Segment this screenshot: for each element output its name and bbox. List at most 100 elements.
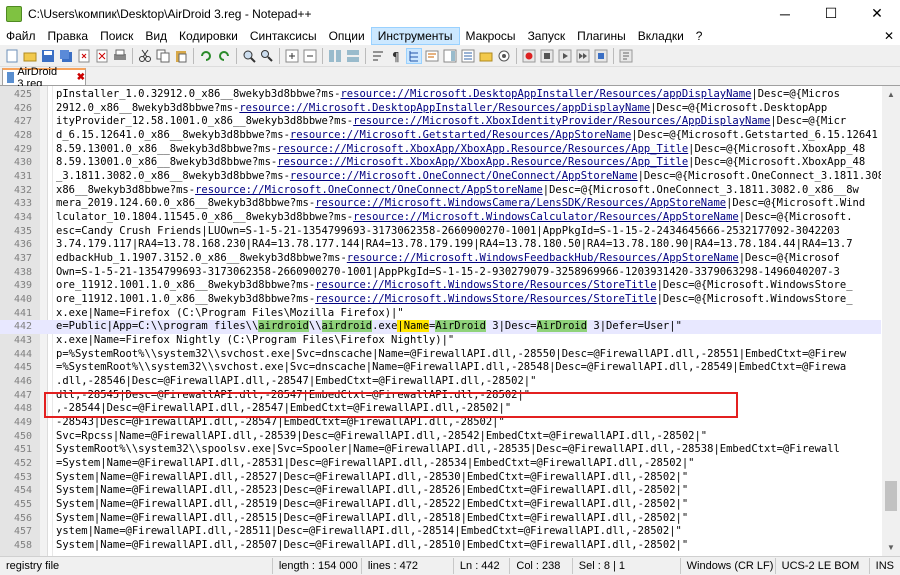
resource-link[interactable]: resource://Microsoft.XboxIdentityProvide… xyxy=(353,115,770,127)
resource-link[interactable]: resource://Microsoft.WindowsCamera/LensS… xyxy=(315,197,726,209)
resource-link[interactable]: resource://Microsoft.XboxApp/XboxApp.Res… xyxy=(277,156,688,168)
menu-encoding[interactable]: Кодировки xyxy=(173,27,244,45)
menu-settings[interactable]: Опции xyxy=(323,27,371,45)
open-file-icon[interactable] xyxy=(22,48,38,64)
paste-icon[interactable] xyxy=(173,48,189,64)
copy-icon[interactable] xyxy=(155,48,171,64)
user-language-icon[interactable] xyxy=(424,48,440,64)
line-text: ore_11912.1001.1.0_x86__8wekyb3d8bbwe?ms… xyxy=(56,279,881,293)
line-text: ityProvider_12.58.1001.0_x86__8wekyb3d8b… xyxy=(56,115,881,129)
sync-horizontal-icon[interactable] xyxy=(345,48,361,64)
cut-icon[interactable] xyxy=(137,48,153,64)
line-text: ,-28544|Desc=@FirewallAPI.dll,-28547|Emb… xyxy=(56,402,881,416)
save-all-icon[interactable] xyxy=(58,48,74,64)
word-wrap-icon[interactable] xyxy=(370,48,386,64)
scroll-up-icon[interactable]: ▲ xyxy=(882,86,900,103)
scroll-down-icon[interactable]: ▼ xyxy=(882,539,900,556)
close-all-icon[interactable] xyxy=(94,48,110,64)
status-eol: Windows (CR LF) xyxy=(681,558,776,574)
code-fragment: |Desc=@{Microsoft.WindowsStore_ xyxy=(656,293,853,306)
menu-macro[interactable]: Макросы xyxy=(460,27,522,45)
line-text: =System|Name=@FirewallAPI.dll,-28531|Des… xyxy=(56,457,881,471)
play-macro-multiple-icon[interactable] xyxy=(575,48,591,64)
folder-workspace-icon[interactable] xyxy=(478,48,494,64)
record-macro-icon[interactable] xyxy=(521,48,537,64)
indent-guide-icon[interactable] xyxy=(406,47,422,64)
editor-area[interactable]: 425 pInstaller_1.0.32912.0_x86__8wekyb3d8… xyxy=(0,86,900,556)
code-fragment: System|Name=@FirewallAPI.dll,-28519|Desc… xyxy=(56,498,689,511)
maximize-button[interactable]: ☐ xyxy=(808,0,854,27)
code-fragment: .dll,-28546|Desc=@FirewallAPI.dll,-28547… xyxy=(56,375,537,388)
code-fragment: 3.74.179.117|RA4=13.78.168.230|RA4=13.78… xyxy=(56,238,853,251)
find-icon[interactable] xyxy=(241,48,257,64)
line-text: 2912.0_x86__8wekyb3d8bbwe?ms-resource://… xyxy=(56,102,881,116)
code-fragment: |Desc=@{Microsoft.OneConnect_3.1811.3082… xyxy=(542,183,859,196)
resource-link[interactable]: resource://Microsoft.WindowsStore/Resour… xyxy=(315,293,656,305)
line-text: .dll,-28546|Desc=@FirewallAPI.dll,-28547… xyxy=(56,375,881,389)
close-document-button[interactable]: ✕ xyxy=(878,27,900,45)
code-fragment: |Desc=@{Microsoft.DesktopApp xyxy=(650,101,828,114)
line-text: System|Name=@FirewallAPI.dll,-28527|Desc… xyxy=(56,471,881,485)
show-all-chars-icon[interactable]: ¶ xyxy=(388,48,404,64)
undo-icon[interactable] xyxy=(198,48,214,64)
menu-language[interactable]: Синтаксисы xyxy=(244,27,323,45)
zoom-out-icon[interactable] xyxy=(302,48,318,64)
line-number: 442 xyxy=(13,321,32,333)
new-file-icon[interactable] xyxy=(4,48,20,64)
line-number: 436 xyxy=(13,239,32,251)
menu-tools[interactable]: Инструменты xyxy=(370,27,460,45)
scrollbar-thumb[interactable] xyxy=(885,481,897,511)
menu-window[interactable]: Вкладки xyxy=(632,27,690,45)
code-fragment: System|Name=@FirewallAPI.dll,-28507|Desc… xyxy=(56,539,689,552)
code-fragment: |Desc=@{Microsoft.XboxApp_48 xyxy=(688,142,866,155)
code-fragment: Own=S-1-5-21-1354799693-3173062358-26609… xyxy=(56,265,840,278)
play-macro-icon[interactable] xyxy=(557,48,573,64)
resource-link[interactable]: resource://Microsoft.DesktopAppInstaller… xyxy=(239,102,650,114)
resource-link[interactable]: resource://Microsoft.OneConnect/OneConne… xyxy=(290,170,638,182)
sync-vertical-icon[interactable] xyxy=(327,48,343,64)
search-highlight: AirDroid xyxy=(435,320,486,333)
vertical-scrollbar[interactable]: ▲ ▼ xyxy=(882,86,900,556)
run-icon[interactable] xyxy=(618,48,634,64)
menu-edit[interactable]: Правка xyxy=(42,27,95,45)
menu-plugins[interactable]: Плагины xyxy=(571,27,632,45)
resource-link[interactable]: resource://Microsoft.DesktopAppInstaller… xyxy=(340,88,751,100)
resource-link[interactable]: resource://Microsoft.OneConnect/OneConne… xyxy=(195,184,543,196)
resource-link[interactable]: resource://Microsoft.XboxApp/XboxApp.Res… xyxy=(277,143,688,155)
menu-run[interactable]: Запуск xyxy=(522,27,572,45)
close-button[interactable]: ✕ xyxy=(854,0,900,27)
zoom-in-icon[interactable] xyxy=(284,48,300,64)
code-fragment: SystemRoot%\\system32\\spoolsv.exe|Svc=S… xyxy=(56,443,840,456)
replace-icon[interactable] xyxy=(259,48,275,64)
code-line: 430 8.59.13001.0_x86__8wekyb3d8bbwe?ms-re… xyxy=(0,156,881,170)
line-number: 425 xyxy=(13,89,32,100)
function-list-icon[interactable] xyxy=(460,48,476,64)
menu-help[interactable]: ? xyxy=(690,27,709,45)
resource-link[interactable]: resource://Microsoft.WindowsCalculator/R… xyxy=(353,211,739,223)
close-file-icon[interactable] xyxy=(76,48,92,64)
code-line: 454 System|Name=@FirewallAPI.dll,-28523|D… xyxy=(0,484,881,498)
code-line: 457 ystem|Name=@FirewallAPI.dll,-28511|De… xyxy=(0,525,881,539)
tab-airdroid-reg[interactable]: AirDroid 3.reg ✖ xyxy=(2,66,86,90)
tab-close-icon[interactable]: ✖ xyxy=(77,72,85,83)
redo-icon[interactable] xyxy=(216,48,232,64)
line-number: 444 xyxy=(13,348,32,360)
menu-search[interactable]: Поиск xyxy=(94,27,139,45)
save-icon[interactable] xyxy=(40,48,56,64)
menu-view[interactable]: Вид xyxy=(139,27,173,45)
doc-map-icon[interactable] xyxy=(442,48,458,64)
resource-link[interactable]: resource://Microsoft.Getstarted/Resource… xyxy=(290,129,631,141)
monitoring-icon[interactable] xyxy=(496,48,512,64)
stop-macro-icon[interactable] xyxy=(539,48,555,64)
print-icon[interactable] xyxy=(112,48,128,64)
notepadpp-app-icon[interactable] xyxy=(6,5,22,22)
code-fragment: |Desc=@{Microsof xyxy=(738,252,840,265)
line-text: Svc=Rpcss|Name=@FirewallAPI.dll,-28539|D… xyxy=(56,430,881,444)
status-bar: registry file length : 154 000 lines : 4… xyxy=(0,556,900,575)
resource-link[interactable]: resource://Microsoft.WindowsFeedbackHub/… xyxy=(347,252,739,264)
resource-link[interactable]: resource://Microsoft.WindowsStore/Resour… xyxy=(315,279,656,291)
save-macro-icon[interactable] xyxy=(593,48,609,64)
code-fragment: System|Name=@FirewallAPI.dll,-28527|Desc… xyxy=(56,470,689,483)
menu-file[interactable]: Файл xyxy=(0,27,42,45)
minimize-button[interactable]: ─ xyxy=(762,0,808,27)
